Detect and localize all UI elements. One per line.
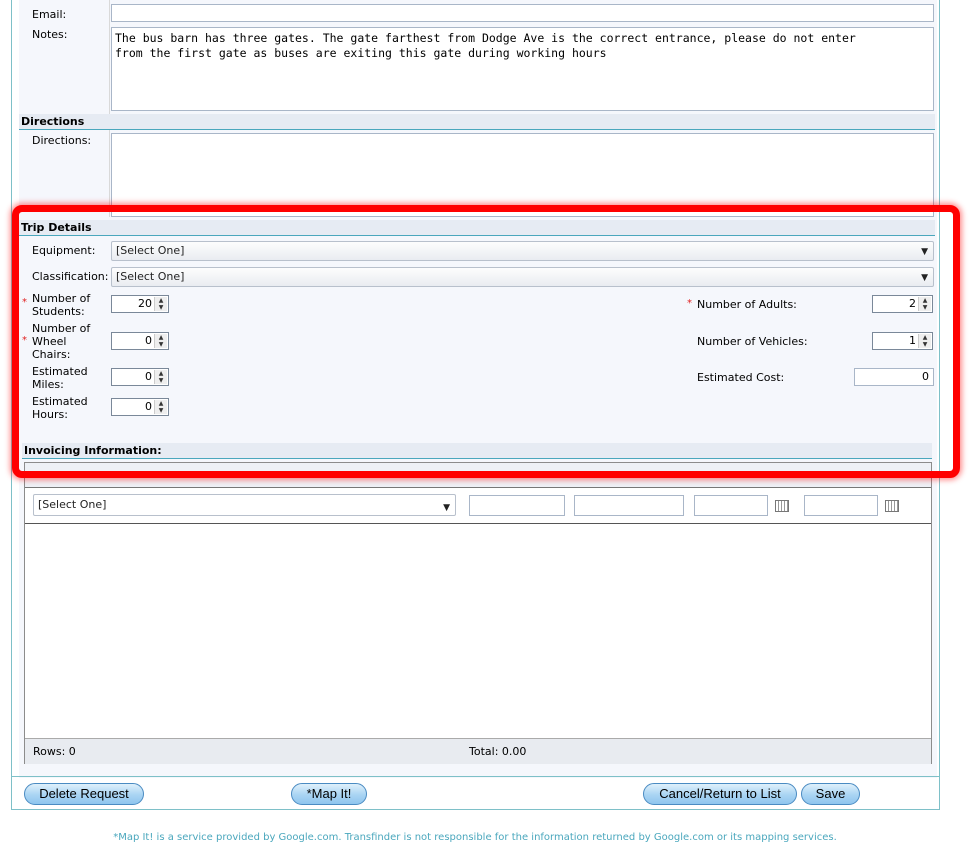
directions-section-band bbox=[19, 114, 935, 129]
directions-label: Directions: bbox=[32, 134, 92, 147]
panel-divider bbox=[11, 776, 940, 777]
calendar-icon[interactable] bbox=[775, 500, 789, 512]
email-field[interactable] bbox=[111, 4, 934, 22]
directions-divider bbox=[19, 129, 935, 130]
notes-label: Notes: bbox=[32, 28, 68, 41]
po-filter-input[interactable] bbox=[574, 495, 684, 516]
delete-request-button[interactable]: Delete Request bbox=[24, 783, 144, 805]
total-amount: Total: 0.00 bbox=[469, 745, 527, 758]
cancel-return-button[interactable]: Cancel/Return to List bbox=[643, 783, 797, 805]
calendar-icon[interactable] bbox=[885, 500, 899, 512]
payment-date-input[interactable] bbox=[804, 495, 878, 516]
directions-section-title: Directions bbox=[21, 115, 85, 128]
chevron-down-icon: ▼ bbox=[443, 503, 450, 513]
account-select-value: [Select One] bbox=[38, 498, 107, 511]
amount-filter-input[interactable] bbox=[469, 495, 565, 516]
rows-count: Rows: 0 bbox=[33, 745, 76, 758]
save-button[interactable]: Save bbox=[801, 783, 860, 805]
notes-textarea[interactable]: The bus barn has three gates. The gate f… bbox=[111, 27, 934, 111]
grid-filter-row: [Select One] ▼ bbox=[25, 489, 931, 524]
email-label: Email: bbox=[32, 8, 67, 21]
map-it-button[interactable]: *Map It! bbox=[291, 783, 367, 805]
highlight-box bbox=[12, 205, 960, 478]
invoice-date-input[interactable] bbox=[694, 495, 768, 516]
map-disclaimer: *Map It! is a service provided by Google… bbox=[113, 832, 837, 843]
invoicing-grid: [Select One] ▼ Rows: 0 Total: 0.00 bbox=[24, 462, 932, 764]
frame-bottom-border bbox=[11, 809, 940, 810]
grid-footer: Rows: 0 Total: 0.00 bbox=[25, 738, 931, 764]
account-select[interactable]: [Select One] ▼ bbox=[33, 494, 456, 516]
